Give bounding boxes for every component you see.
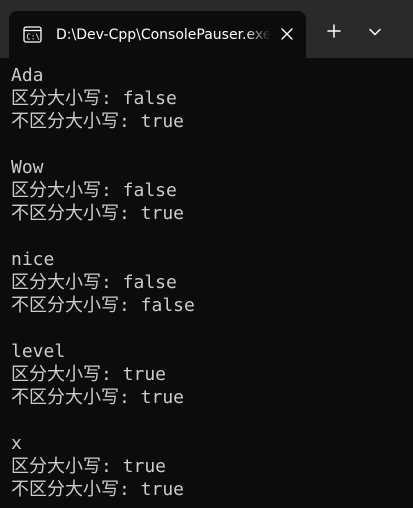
output-line: 区分大小写: true [11, 364, 167, 385]
svg-text:C:\: C:\ [26, 33, 40, 42]
output-line: 不区分大小写: true [11, 111, 185, 132]
output-line: x [11, 433, 22, 454]
output-line: 不区分大小写: false [11, 295, 195, 316]
console-output: Ada 区分大小写: false 不区分大小写: true Wow 区分大小写:… [0, 58, 413, 508]
output-line: 区分大小写: false [11, 272, 177, 293]
chevron-down-icon[interactable] [369, 28, 381, 36]
tab-bar: C:\ D:\Dev-Cpp\ConsolePauser.exe [0, 0, 413, 58]
close-icon[interactable] [280, 27, 294, 41]
output-line: nice [11, 249, 55, 270]
output-line: 区分大小写: true [11, 456, 167, 477]
output-line: Wow [11, 157, 44, 178]
console-app-icon: C:\ [23, 26, 42, 43]
output-line: Ada [11, 65, 44, 86]
tab-title: D:\Dev-Cpp\ConsolePauser.exe [56, 27, 271, 43]
output-line: 不区分大小写: true [11, 479, 185, 500]
output-line: 不区分大小写: true [11, 387, 185, 408]
plus-icon[interactable] [327, 24, 341, 38]
output-line: 不区分大小写: true [11, 203, 185, 224]
output-line: 区分大小写: false [11, 88, 177, 109]
tab-console-pauser[interactable]: C:\ D:\Dev-Cpp\ConsolePauser.exe [9, 11, 306, 58]
output-line: 区分大小写: false [11, 180, 177, 201]
terminal-window: C:\ D:\Dev-Cpp\ConsolePauser.exe Ada 区分大… [0, 0, 413, 508]
output-line: level [11, 341, 66, 362]
